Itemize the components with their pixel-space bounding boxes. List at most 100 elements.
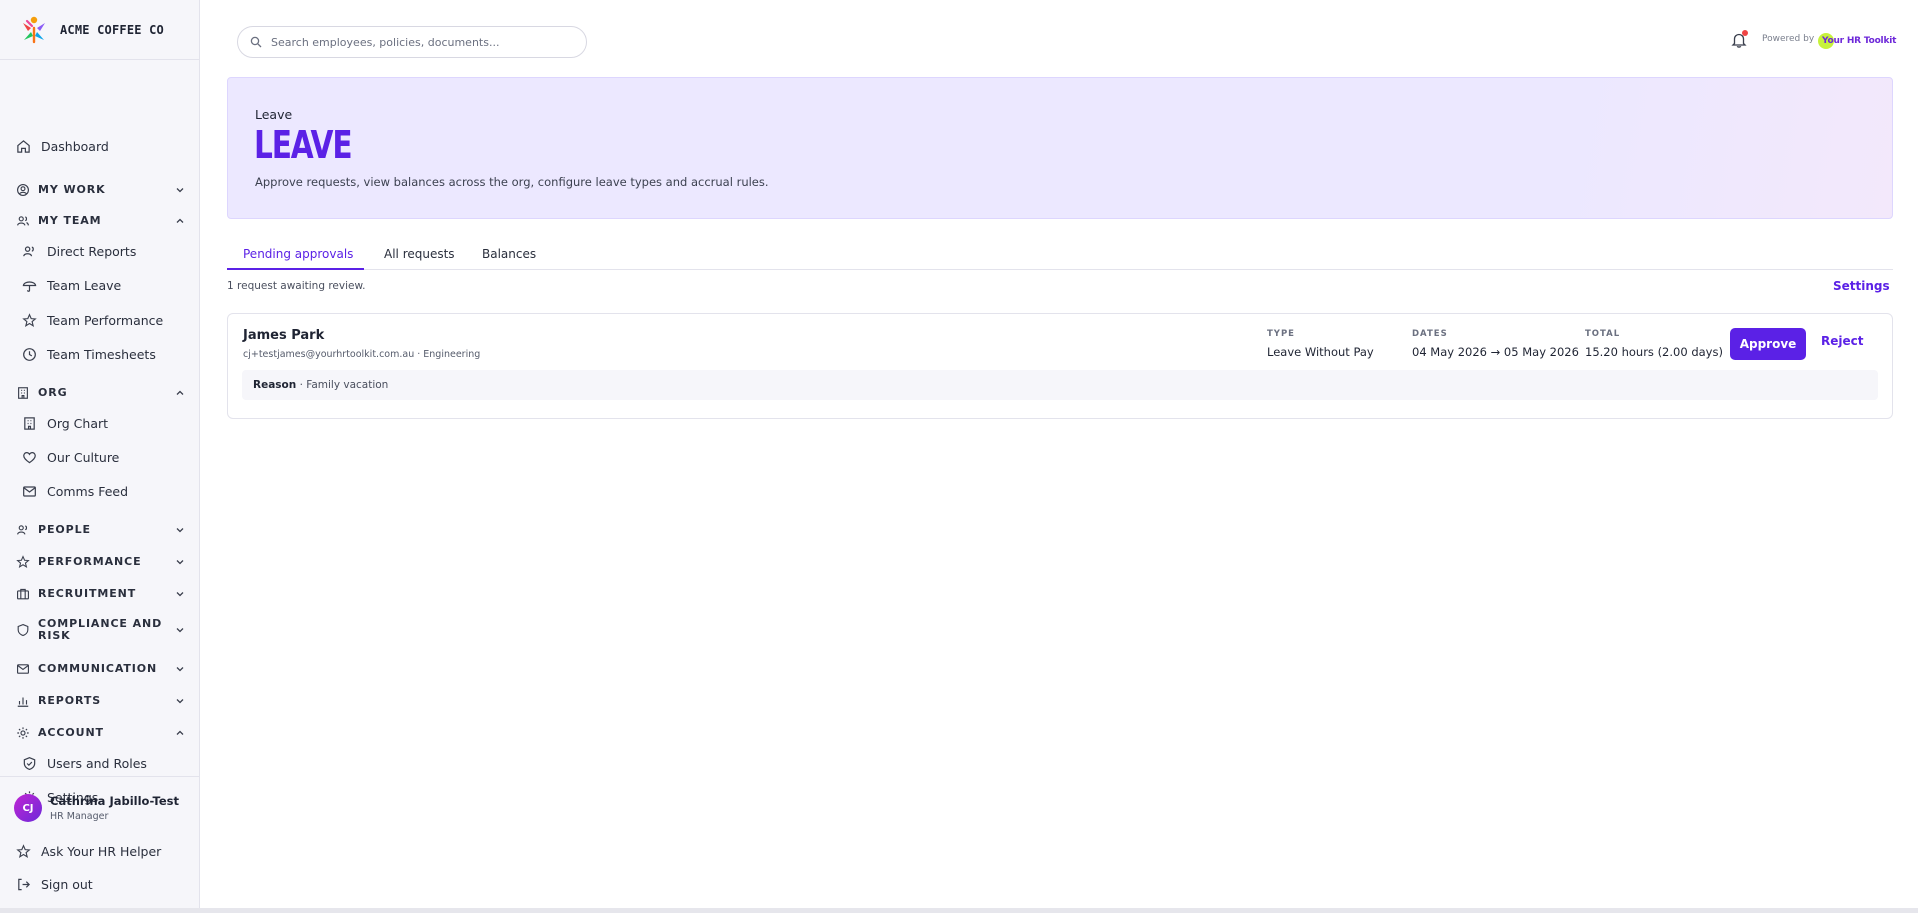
user-name: Cathrina Jabillo-Test — [50, 794, 179, 808]
search-icon — [250, 36, 262, 48]
brand-name: ACME COFFEE CO — [60, 22, 164, 37]
employee-name: James Park — [243, 328, 325, 343]
notification-dot — [1742, 30, 1748, 36]
chevron-down-icon — [176, 592, 184, 597]
section-label: REPORTS — [38, 694, 102, 707]
gear-icon — [17, 727, 29, 739]
reject-button[interactable]: Reject — [1821, 334, 1863, 348]
section-label: COMMUNICATION — [38, 662, 158, 675]
home-icon — [17, 139, 30, 153]
ask-hr-helper-button[interactable]: Ask Your HR Helper — [16, 837, 187, 865]
section-org[interactable]: ORG — [16, 386, 185, 400]
chevron-down-icon — [176, 628, 184, 633]
sidebar-item-comms-feed[interactable]: Comms Feed — [22, 477, 187, 505]
chevron-down-icon — [176, 699, 184, 704]
page-title: LEAVE — [254, 123, 353, 167]
type-label: TYPE — [1267, 329, 1295, 339]
section-label: ORG — [38, 386, 68, 399]
chevron-up-icon — [176, 390, 184, 395]
notification-button[interactable] — [1730, 30, 1748, 49]
partner-logo: Your HR Toolkit — [1818, 32, 1896, 50]
tab-pending-approvals[interactable]: Pending approvals — [227, 240, 364, 270]
user-circle-icon — [17, 184, 29, 196]
sidebar-item-team-timesheets[interactable]: Team Timesheets — [22, 340, 187, 368]
sidebar: ACME COFFEE CO Dashboard MY WORK MY TEAM… — [0, 0, 200, 908]
sidebar-item-dashboard[interactable]: Dashboard — [16, 132, 187, 160]
tab-balances[interactable]: Balances — [482, 240, 536, 270]
section-label: MY WORK — [38, 183, 106, 196]
section-reports[interactable]: REPORTS — [16, 694, 185, 708]
search-input[interactable] — [271, 35, 571, 49]
search-bar[interactable] — [237, 26, 587, 58]
sidebar-item-our-culture[interactable]: Our Culture — [22, 443, 187, 471]
users-icon — [23, 245, 34, 256]
total-column: TOTAL 15.20 hours (2.00 days) — [1585, 329, 1723, 359]
sidebar-item-team-performance[interactable]: Team Performance — [22, 306, 187, 334]
section-compliance-and-risk[interactable]: COMPLIANCE AND RISK — [16, 618, 185, 642]
brand[interactable]: ACME COFFEE CO — [0, 0, 199, 60]
sidebar-item-label: Direct Reports — [47, 243, 137, 259]
leave-request-card: James Park cj+testjames@yourhrtoolkit.co… — [227, 313, 1893, 419]
dates-value: 04 May 2026 → 05 May 2026 — [1412, 345, 1579, 359]
status-text: 1 request awaiting review. — [227, 280, 366, 292]
reason-value: · Family vacation — [296, 379, 389, 391]
sidebar-item-label: Org Chart — [47, 415, 109, 431]
building-icon — [18, 387, 28, 399]
bar-chart-icon — [17, 697, 29, 707]
type-value: Leave Without Pay — [1267, 345, 1374, 359]
page-header: Leave LEAVE Approve requests, view balan… — [227, 77, 1893, 219]
umbrella-icon — [22, 280, 37, 292]
shield-check-icon — [23, 756, 36, 770]
chevron-down-icon — [176, 667, 184, 672]
user-profile[interactable]: CJ Cathrina Jabillo-Test HR Manager — [14, 794, 179, 822]
brand-logo-icon — [18, 14, 50, 46]
building-icon — [24, 416, 35, 430]
chevron-up-icon — [176, 730, 184, 735]
ask-hr-helper-label: Ask Your HR Helper — [41, 843, 162, 859]
sidebar-item-users-and-roles[interactable]: Users and Roles — [22, 749, 187, 777]
sidebar-item-label: Team Timesheets — [47, 346, 156, 362]
sidebar-item-label: Dashboard — [41, 138, 109, 154]
reason-label: Reason — [253, 379, 297, 391]
section-label: RECRUITMENT — [38, 587, 137, 600]
tab-bar: Pending approvals All requests Balances — [227, 240, 1893, 270]
sign-out-label: Sign out — [41, 876, 93, 892]
dates-column: DATES 04 May 2026 → 05 May 2026 — [1412, 329, 1579, 359]
sidebar-item-label: Team Performance — [47, 312, 164, 328]
section-recruitment[interactable]: RECRUITMENT — [16, 587, 185, 601]
sidebar-item-label: Our Culture — [47, 449, 120, 465]
section-label: COMPLIANCE AND RISK — [38, 617, 163, 642]
section-performance[interactable]: PERFORMANCE — [16, 555, 185, 569]
type-column: TYPE Leave Without Pay — [1267, 329, 1374, 359]
user-role: HR Manager — [50, 811, 109, 822]
logout-icon — [18, 878, 30, 890]
sidebar-item-label: Comms Feed — [47, 483, 129, 499]
mail-icon — [23, 485, 36, 497]
briefcase-icon — [17, 588, 29, 600]
chevron-down-icon — [176, 528, 184, 533]
window-bottom-edge — [0, 908, 1918, 913]
breadcrumb: Leave — [255, 107, 293, 122]
section-people[interactable]: PEOPLE — [16, 523, 185, 537]
section-my-work[interactable]: MY WORK — [16, 183, 185, 197]
users-icon — [17, 216, 29, 226]
sidebar-item-direct-reports[interactable]: Direct Reports — [22, 237, 187, 265]
clock-icon — [23, 347, 36, 361]
dates-label: DATES — [1412, 329, 1448, 339]
section-my-team[interactable]: MY TEAM — [16, 214, 185, 228]
section-account[interactable]: ACCOUNT — [16, 726, 185, 740]
sidebar-item-label: Team Leave — [47, 277, 122, 293]
page-description: Approve requests, view balances across t… — [255, 175, 769, 189]
section-communication[interactable]: COMMUNICATION — [16, 662, 185, 676]
sidebar-item-org-chart[interactable]: Org Chart — [22, 409, 187, 437]
mail-icon — [17, 664, 29, 674]
chevron-down-icon — [176, 560, 184, 565]
sign-out-button[interactable]: Sign out — [16, 870, 187, 898]
settings-link[interactable]: Settings — [1833, 279, 1890, 293]
sidebar-item-team-leave[interactable]: Team Leave — [22, 271, 187, 299]
tab-all-requests[interactable]: All requests — [384, 240, 455, 270]
employee-details: cj+testjames@yourhrtoolkit.com.au · Engi… — [243, 349, 481, 360]
approve-button[interactable]: Approve — [1730, 328, 1806, 360]
avatar: CJ — [14, 794, 42, 822]
total-value: 15.20 hours (2.00 days) — [1585, 345, 1723, 359]
